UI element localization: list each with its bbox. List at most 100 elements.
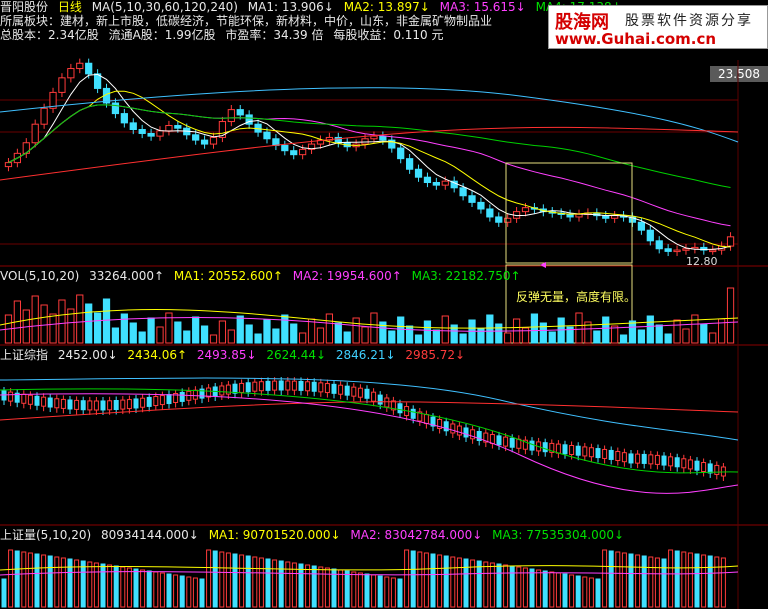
volume-bar — [611, 325, 619, 344]
index-volume-bar — [27, 552, 33, 608]
ma-line-30 — [8, 104, 731, 227]
index-volume-bar — [133, 568, 139, 608]
index-candle-body — [575, 445, 581, 456]
index-candle-body — [1, 390, 7, 401]
index-candle-body — [687, 459, 693, 470]
index-volume-bar — [503, 564, 509, 608]
volume-bar — [299, 332, 307, 344]
candle-body — [709, 249, 717, 253]
candle-body — [138, 129, 146, 134]
volume-bar — [673, 319, 681, 344]
candle-body — [379, 135, 387, 141]
index-candle-body — [225, 384, 231, 395]
index-candle-body — [146, 396, 152, 407]
index-candle-body — [423, 414, 429, 425]
index-candle-body — [707, 463, 713, 474]
index-volume-bar — [126, 567, 132, 608]
index-volume-bar — [232, 553, 238, 608]
candle-body — [673, 249, 681, 253]
index-volume-bar — [582, 576, 588, 608]
index-volume-bar — [272, 559, 278, 608]
candle-body — [272, 138, 280, 146]
volume-bar — [352, 317, 360, 344]
index-candle-body — [410, 408, 416, 419]
volume-bar — [93, 312, 102, 344]
chart-canvas[interactable] — [0, 0, 768, 609]
volume-bar — [200, 325, 209, 344]
index-volume-bar — [87, 561, 93, 608]
volume-bar — [361, 326, 369, 344]
volume-bar — [575, 312, 583, 344]
index-candle-body — [153, 396, 159, 407]
index-candle-body — [21, 393, 27, 404]
index-candle-body — [615, 451, 621, 462]
index-candle-body — [357, 387, 363, 398]
volume-bar — [236, 315, 244, 344]
index-volume-bar — [153, 571, 159, 608]
index-candle-body — [324, 383, 330, 394]
index-candle-body — [503, 436, 509, 447]
volume-bar — [459, 333, 467, 344]
index-candle-body — [608, 449, 614, 460]
index-candle-body — [80, 400, 86, 411]
index-volume-bar — [298, 563, 304, 608]
volume-bar — [548, 331, 556, 344]
index-candle-body — [159, 395, 165, 406]
index-volume-bar — [21, 551, 27, 608]
vol-ma3: MA3: 22182.750↑ — [411, 269, 521, 283]
volume-bar — [192, 316, 200, 344]
index-volume-bar — [344, 570, 350, 608]
index-candle-body — [239, 382, 245, 393]
index-volume-bar — [595, 578, 601, 608]
index-volume-bar — [575, 575, 581, 608]
volume-bar — [156, 326, 164, 344]
candle-body — [67, 68, 75, 79]
index-candle-body — [133, 398, 139, 409]
candle-body — [174, 125, 182, 129]
index-candle-body — [34, 395, 40, 406]
volume-bar — [691, 314, 699, 344]
volume-bar — [325, 313, 334, 344]
index-volume-bar — [265, 558, 271, 608]
volume-bar — [120, 313, 128, 344]
index-volume-bar — [648, 556, 654, 608]
index-candle-body — [245, 382, 251, 393]
index-volume-bar — [489, 562, 495, 608]
index-volume-bar — [390, 577, 396, 608]
candle-body — [147, 132, 155, 137]
index-volume-bar — [166, 573, 172, 608]
index-candle-body — [529, 440, 535, 451]
candle-body — [682, 248, 690, 251]
index-volume-bar — [410, 550, 416, 608]
candle-body — [31, 123, 39, 144]
index-candle-body — [602, 448, 608, 459]
index-candle-body — [668, 456, 674, 467]
index-volume-bar — [694, 553, 700, 608]
index-volume-bar — [654, 557, 660, 608]
volume-bar — [183, 330, 191, 344]
volume-bar — [432, 329, 440, 344]
volume-bar — [209, 334, 218, 344]
index-vol-header: 上证量(5,10,20) — [0, 528, 92, 542]
volume-bar — [307, 318, 316, 344]
candle-body — [58, 77, 66, 93]
vol-info-line: VOL(5,10,20) 33264.000↑ MA1: 20552.600↑ … — [0, 269, 527, 283]
index-volume-bar — [305, 564, 311, 608]
index-volume-bar — [661, 558, 667, 608]
index-volume-bar — [707, 555, 713, 608]
index-vol-ma2: MA2: 83042784.000↓ — [350, 528, 483, 542]
index-candle-body — [67, 399, 73, 410]
index-volume-bar — [674, 550, 680, 608]
index-candle-body — [54, 398, 60, 409]
index-info-line: 上证综指 2452.00↓ 2434.06↑ 2493.85↓ 2624.44↓… — [0, 348, 471, 362]
index-candle-body — [8, 391, 14, 402]
ma-line-240 — [0, 126, 739, 181]
index-volume-bar — [423, 552, 429, 608]
volume-bar — [628, 320, 637, 344]
index-candle-body — [166, 394, 172, 405]
volume-bar — [58, 299, 66, 344]
volume-bar — [646, 315, 654, 344]
volume-bar — [76, 294, 84, 344]
index-candle-body — [701, 462, 707, 473]
candle-body — [655, 240, 663, 250]
